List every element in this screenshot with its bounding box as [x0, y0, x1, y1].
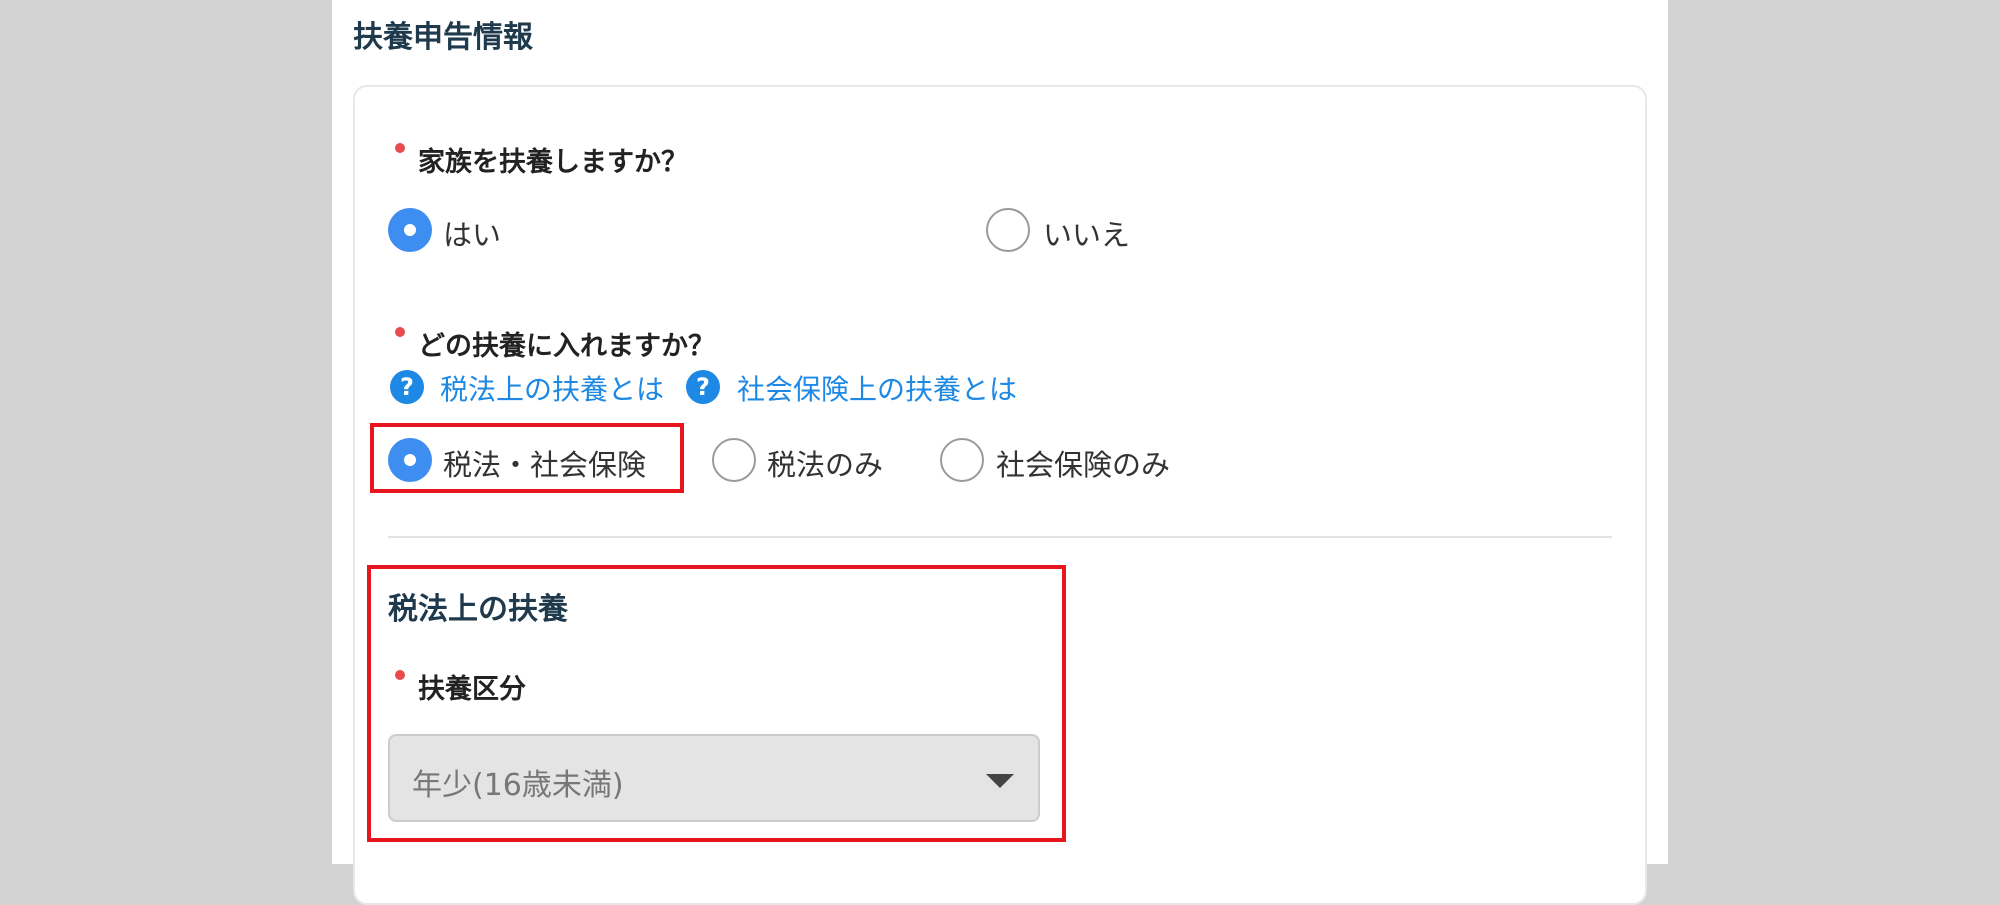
question-icon[interactable]: ?: [390, 370, 424, 404]
radio-tax-and-insurance-label[interactable]: 税法・社会保険: [443, 442, 646, 484]
radio-insurance-only[interactable]: [940, 438, 984, 482]
section-title: 扶養申告情報: [353, 20, 533, 55]
required-marker: [395, 670, 405, 680]
social-insurance-help-link[interactable]: 社会保険上の扶養とは: [737, 368, 1017, 408]
dependent-category-select[interactable]: 年少(16歳未満): [388, 734, 1040, 822]
radio-no[interactable]: [986, 208, 1030, 252]
radio-no-label[interactable]: いいえ: [1043, 212, 1130, 254]
tax-dependent-help-link[interactable]: 税法上の扶養とは: [440, 368, 664, 408]
radio-insurance-only-label[interactable]: 社会保険のみ: [996, 442, 1170, 484]
dependent-category-value: 年少(16歳未満): [412, 768, 624, 803]
radio-yes-label[interactable]: はい: [443, 212, 501, 254]
question-icon[interactable]: ?: [686, 370, 720, 404]
dependent-category-label: 扶養区分: [418, 674, 526, 705]
question-dependent-type-label: どの扶養に入れますか？: [418, 331, 715, 362]
chevron-down-icon: [986, 774, 1014, 788]
required-marker: [395, 327, 405, 337]
radio-tax-only[interactable]: [712, 438, 756, 482]
required-marker: [395, 143, 405, 153]
tax-dependent-title: 税法上の扶養: [388, 592, 568, 627]
radio-tax-and-insurance[interactable]: [388, 438, 432, 482]
question-dependents-label: 家族を扶養しますか？: [418, 147, 688, 178]
divider: [388, 536, 1612, 538]
radio-tax-only-label[interactable]: 税法のみ: [767, 442, 883, 484]
radio-yes[interactable]: [388, 208, 432, 252]
